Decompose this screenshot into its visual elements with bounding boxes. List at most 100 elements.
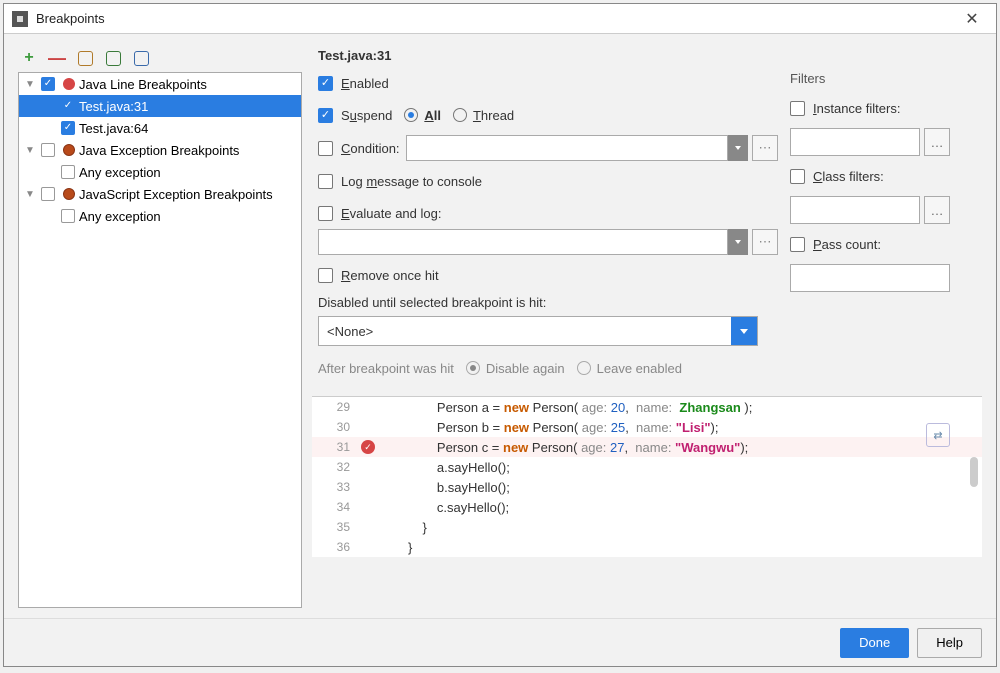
code-text: Person a = new Person( age: 20, name: Zh… bbox=[378, 400, 982, 415]
code-text: } bbox=[378, 540, 982, 555]
remove-once-checkbox[interactable] bbox=[318, 268, 333, 283]
enabled-label: Enabled bbox=[341, 76, 389, 91]
class-filters-input-row: … bbox=[790, 196, 978, 224]
code-text: Person c = new Person( age: 27, name: "W… bbox=[378, 440, 982, 455]
expand-arrow-icon[interactable]: ▼ bbox=[23, 79, 37, 90]
suspend-all-radio[interactable] bbox=[404, 108, 418, 122]
breakpoint-enabled-checkbox[interactable] bbox=[61, 209, 75, 223]
breakpoint-tree[interactable]: ▼ Java Line Breakpoints Test.java:31 Test.j… bbox=[18, 72, 302, 608]
instance-filters-input[interactable] bbox=[790, 128, 920, 156]
instance-filters-browse-icon[interactable]: … bbox=[924, 128, 950, 156]
code-line: 29 Person a = new Person( age: 20, name:… bbox=[312, 397, 982, 417]
code-text: } bbox=[378, 520, 982, 535]
code-line: 30 Person b = new Person( age: 25, name:… bbox=[312, 417, 982, 437]
line-number: 34 bbox=[312, 500, 358, 514]
breakpoint-enabled-checkbox[interactable] bbox=[61, 165, 75, 179]
class-filters-checkbox[interactable] bbox=[790, 169, 805, 184]
class-filters-row: Class filters: bbox=[790, 164, 978, 188]
tree-label: Test.java:31 bbox=[79, 99, 301, 114]
dropdown-caret-icon bbox=[731, 317, 757, 345]
scrollbar[interactable] bbox=[970, 457, 978, 487]
remove-breakpoint-icon[interactable]: — bbox=[48, 49, 66, 67]
suspend-thread-label: Thread bbox=[473, 108, 514, 123]
close-icon[interactable]: ✕ bbox=[956, 7, 988, 31]
gutter-breakpoint-icon[interactable] bbox=[358, 440, 378, 454]
tree-item[interactable]: Any exception bbox=[19, 205, 301, 227]
class-filters-label: Class filters: bbox=[813, 169, 884, 184]
help-button[interactable]: Help bbox=[917, 628, 982, 658]
tree-label: Any exception bbox=[79, 209, 301, 224]
breakpoint-enabled-checkbox[interactable] bbox=[41, 77, 55, 91]
enabled-row: Enabled bbox=[318, 71, 778, 95]
evaluate-log-checkbox[interactable] bbox=[318, 206, 333, 221]
breakpoint-type-icon bbox=[63, 144, 75, 156]
breakpoint-enabled-checkbox[interactable] bbox=[41, 143, 55, 157]
tree-item[interactable]: Test.java:31 bbox=[19, 95, 301, 117]
dialog-body: + — ▼Java Line BreakpointsTest.java:31Te… bbox=[4, 34, 996, 618]
suspend-checkbox[interactable] bbox=[318, 108, 333, 123]
instance-filters-input-row: … bbox=[790, 128, 978, 156]
view-options-icon[interactable] bbox=[132, 49, 150, 67]
breakpoint-title: Test.java:31 bbox=[312, 44, 982, 71]
breakpoint-toolbar: + — bbox=[18, 44, 302, 72]
right-pane: Test.java:31 Enabled Suspend All Thread bbox=[312, 44, 982, 608]
after-hit-label: After breakpoint was hit bbox=[318, 361, 454, 376]
evaluate-log-input[interactable] bbox=[318, 229, 728, 255]
filters-panel: Filters Instance filters: … Class filter… bbox=[778, 71, 978, 388]
breakpoint-enabled-checkbox[interactable] bbox=[41, 187, 55, 201]
disabled-until-value: <None> bbox=[327, 324, 373, 339]
window-title: Breakpoints bbox=[36, 11, 956, 26]
group-by-type-icon[interactable] bbox=[76, 49, 94, 67]
disabled-until-select[interactable]: <None> bbox=[318, 316, 758, 346]
condition-expand-icon[interactable]: ⋯ bbox=[752, 135, 778, 161]
code-line: 31 Person c = new Person( age: 27, name:… bbox=[312, 437, 982, 457]
tree-group[interactable]: ▼Java Exception Breakpoints bbox=[19, 139, 301, 161]
condition-history-icon[interactable] bbox=[728, 135, 748, 161]
instance-filters-checkbox[interactable] bbox=[790, 101, 805, 116]
dialog-footer: Done Help bbox=[4, 618, 996, 666]
disabled-until-label: Disabled until selected breakpoint is hi… bbox=[318, 295, 778, 310]
tree-group[interactable]: ▼ Java Line Breakpoints bbox=[19, 73, 301, 95]
evaluate-history-icon[interactable] bbox=[728, 229, 748, 255]
evaluate-input-row: ⋯ bbox=[318, 229, 778, 255]
expand-arrow-icon[interactable]: ▼ bbox=[23, 145, 37, 156]
enabled-checkbox[interactable] bbox=[318, 76, 333, 91]
suspend-row: Suspend All Thread bbox=[318, 103, 778, 127]
instance-filters-row: Instance filters: bbox=[790, 96, 978, 120]
titlebar: Breakpoints ✕ bbox=[4, 4, 996, 34]
tree-group[interactable]: ▼JavaScript Exception Breakpoints bbox=[19, 183, 301, 205]
remove-once-row: Remove once hit bbox=[318, 263, 778, 287]
line-number: 31 bbox=[312, 440, 358, 454]
disable-again-radio[interactable] bbox=[466, 361, 480, 375]
log-console-checkbox[interactable] bbox=[318, 174, 333, 189]
breakpoint-enabled-checkbox[interactable] bbox=[61, 99, 75, 113]
log-console-row: Log message to console bbox=[318, 169, 778, 193]
tree-label: Test.java:64 bbox=[79, 121, 301, 136]
tree-item[interactable]: Test.java:64 bbox=[19, 117, 301, 139]
gutter-action-icon[interactable]: ⇄ bbox=[926, 423, 950, 447]
done-button[interactable]: Done bbox=[840, 628, 909, 658]
condition-label: Condition: bbox=[341, 141, 400, 156]
code-line: 35 } bbox=[312, 517, 982, 537]
class-filters-browse-icon[interactable]: … bbox=[924, 196, 950, 224]
breakpoint-type-icon bbox=[63, 78, 75, 90]
line-number: 29 bbox=[312, 400, 358, 414]
leave-enabled-radio[interactable] bbox=[577, 361, 591, 375]
code-preview: ⇄ 29 Person a = new Person( age: 20, nam… bbox=[312, 396, 982, 557]
breakpoint-enabled-checkbox[interactable] bbox=[61, 121, 75, 135]
condition-checkbox[interactable] bbox=[318, 141, 333, 156]
condition-input[interactable] bbox=[406, 135, 728, 161]
class-filters-input[interactable] bbox=[790, 196, 920, 224]
suspend-thread-radio[interactable] bbox=[453, 108, 467, 122]
tree-item[interactable]: Any exception bbox=[19, 161, 301, 183]
pass-count-input[interactable] bbox=[790, 264, 950, 292]
group-by-file-icon[interactable] bbox=[104, 49, 122, 67]
tree-label: Java Line Breakpoints bbox=[79, 77, 301, 92]
evaluate-log-label: Evaluate and log: bbox=[341, 206, 441, 221]
add-breakpoint-icon[interactable]: + bbox=[20, 49, 38, 67]
breakpoints-dialog: Breakpoints ✕ + — ▼ Java Line Breakpoints… bbox=[3, 3, 997, 667]
evaluate-expand-icon[interactable]: ⋯ bbox=[752, 229, 778, 255]
pass-count-checkbox[interactable] bbox=[790, 237, 805, 252]
code-line: 33 b.sayHello(); bbox=[312, 477, 982, 497]
expand-arrow-icon[interactable]: ▼ bbox=[23, 189, 37, 200]
